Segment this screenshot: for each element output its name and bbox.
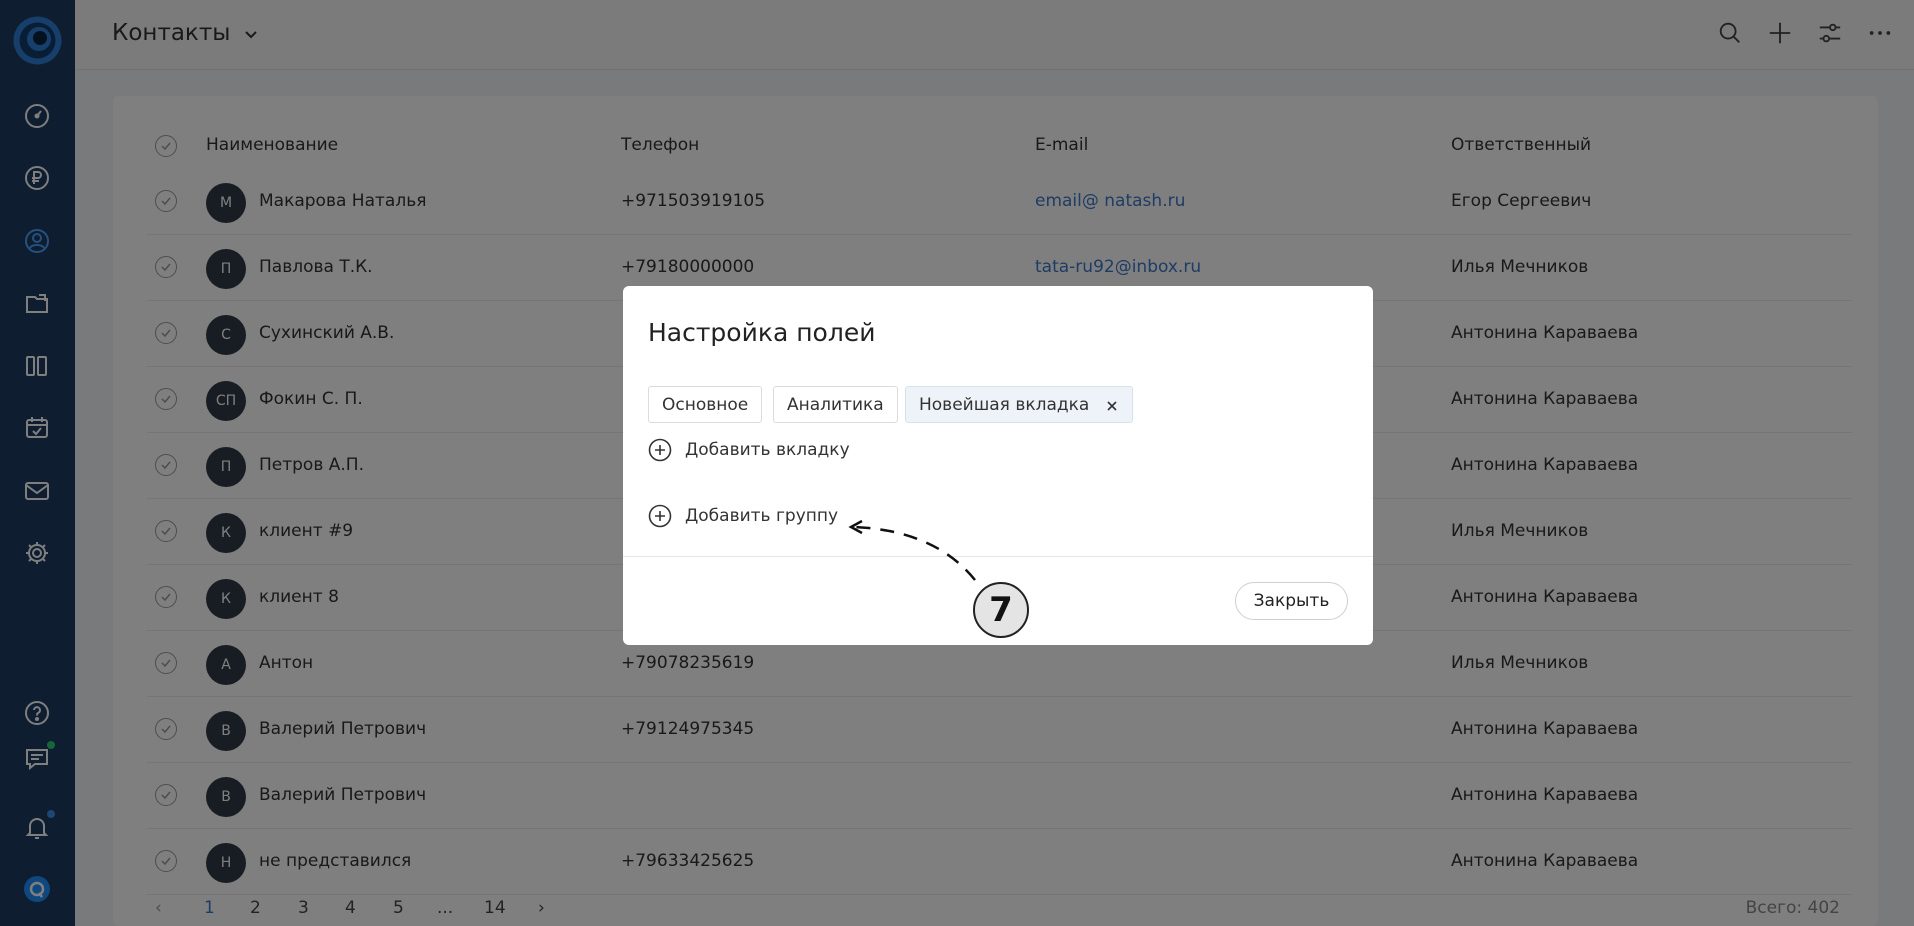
- step-callout-badge: 7: [973, 582, 1029, 638]
- annotation-arrow: [848, 519, 976, 581]
